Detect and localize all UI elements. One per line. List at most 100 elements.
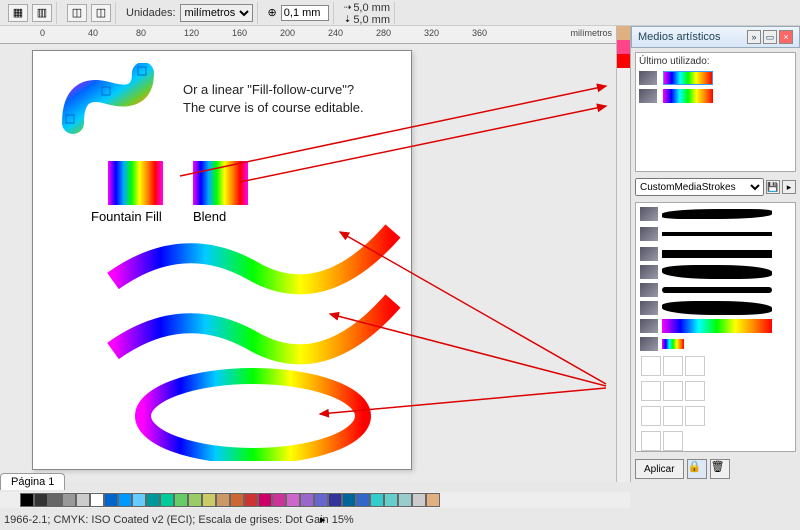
palette-cell[interactable] [342,493,356,507]
palette-cell[interactable] [216,493,230,507]
last-used-item[interactable] [639,89,792,103]
palette-cell[interactable] [300,493,314,507]
stroke-item[interactable] [638,335,793,353]
palette-cell[interactable] [286,493,300,507]
canvas-area[interactable]: 0 40 80 120 160 200 240 280 320 360 milí… [0,26,616,482]
layout-icon-1[interactable]: ▦ [8,4,28,22]
palette-cell[interactable] [370,493,384,507]
color-cell[interactable] [617,54,631,68]
palette-cell[interactable] [426,493,440,507]
palette-cell[interactable] [202,493,216,507]
stroke-thumb[interactable] [663,356,683,376]
stroke-thumb[interactable] [663,406,683,426]
palette-cell[interactable] [412,493,426,507]
lock-icon[interactable]: 🔒 [687,459,707,479]
stroke-thumb[interactable] [663,431,683,451]
panel-titlebar[interactable]: Medios artísticos » ▭ × [631,26,800,48]
layout-icon-2[interactable]: ▥ [32,4,52,22]
status-arrow-icon[interactable]: ▸ [320,513,326,526]
stroke-item[interactable] [638,317,793,335]
blend-swatch [193,161,248,205]
main-area: 0 40 80 120 160 200 240 280 320 360 milí… [0,26,800,482]
palette-cell[interactable] [174,493,188,507]
dup-x-icon: ⇢ [344,2,352,13]
snap-icon[interactable]: ◫ [67,4,87,22]
nudge-icon: ⊕ [268,6,277,19]
drawing-page: Or a linear "Fill-follow-curve"? The cur… [32,50,412,470]
palette-cell[interactable] [258,493,272,507]
stroke-item[interactable] [638,281,793,299]
palette-cell[interactable] [384,493,398,507]
brush-icon [640,301,658,315]
stroke-thumb[interactable] [641,381,661,401]
brush-icon [640,337,658,351]
brush-icon [640,227,658,241]
apply-button[interactable]: Aplicar [635,459,684,479]
save-icon[interactable]: 💾 [766,180,780,194]
stroke-thumb[interactable] [641,356,661,376]
artistic-media-panel: Medios artísticos » ▭ × Último utilizado… [630,26,800,482]
palette-cell[interactable] [20,493,34,507]
panel-close-icon[interactable]: × [779,30,793,44]
palette-cell[interactable] [104,493,118,507]
options-icon[interactable]: ▸ [782,180,796,194]
stroke-thumb[interactable] [685,406,705,426]
brush-icon [640,247,658,261]
stroke-thumb[interactable] [641,431,661,451]
brush-icon [640,265,658,279]
brush-icon [639,71,657,85]
strokes-list[interactable] [635,202,796,452]
palette-cell[interactable] [328,493,342,507]
brush-icon [640,283,658,297]
dup-y-value: 5,0 mm [353,14,390,26]
palette-cell[interactable] [132,493,146,507]
palette-cell[interactable] [398,493,412,507]
palette-cell[interactable] [230,493,244,507]
last-used-item[interactable] [639,71,792,85]
stroke-item[interactable] [638,245,793,263]
palette-cell[interactable] [244,493,258,507]
color-cell[interactable] [617,40,631,54]
status-bar-text: 1966-2.1; CMYK: ISO Coated v2 (ECI); Esc… [4,514,354,526]
curve-strokes [93,221,403,461]
color-palette [0,492,630,508]
panel-undock-icon[interactable]: ▭ [763,30,777,44]
palette-cell[interactable] [188,493,202,507]
palette-cell[interactable] [34,493,48,507]
nudge-input[interactable] [281,5,329,21]
brush-preview [663,89,713,103]
stroke-category-select[interactable]: CustomMediaStrokes [635,178,764,196]
palette-cell[interactable] [146,493,160,507]
units-select[interactable]: milímetros [180,4,253,22]
palette-cell[interactable] [76,493,90,507]
palette-cell[interactable] [314,493,328,507]
stroke-thumb[interactable] [641,406,661,426]
canvas-content[interactable]: Or a linear "Fill-follow-curve"? The cur… [0,44,616,482]
fountain-fill-swatch [108,161,163,205]
page-tab[interactable]: Página 1 [0,473,65,490]
palette-cell[interactable] [48,493,62,507]
stroke-thumb[interactable] [663,381,683,401]
palette-cell[interactable] [160,493,174,507]
brush-icon [640,207,658,221]
snap-icon-2[interactable]: ◫ [91,4,111,22]
color-cell[interactable] [617,26,631,40]
palette-cell[interactable] [272,493,286,507]
palette-cell[interactable] [356,493,370,507]
stroke-item[interactable] [638,263,793,281]
panel-title-text: Medios artísticos [638,31,721,43]
units-label: Unidades: [126,7,176,19]
brush-icon [639,89,657,103]
palette-cell[interactable] [90,493,104,507]
delete-icon[interactable]: 🗑 [710,459,730,479]
stroke-item[interactable] [638,205,793,223]
stroke-item[interactable] [638,299,793,317]
brush-icon [640,319,658,333]
panel-collapse-icon[interactable]: » [747,30,761,44]
caption-text: Or a linear "Fill-follow-curve"? The cur… [183,81,364,117]
palette-cell[interactable] [118,493,132,507]
palette-cell[interactable] [62,493,76,507]
stroke-thumb[interactable] [685,356,705,376]
stroke-item[interactable] [638,223,793,245]
stroke-thumb[interactable] [685,381,705,401]
